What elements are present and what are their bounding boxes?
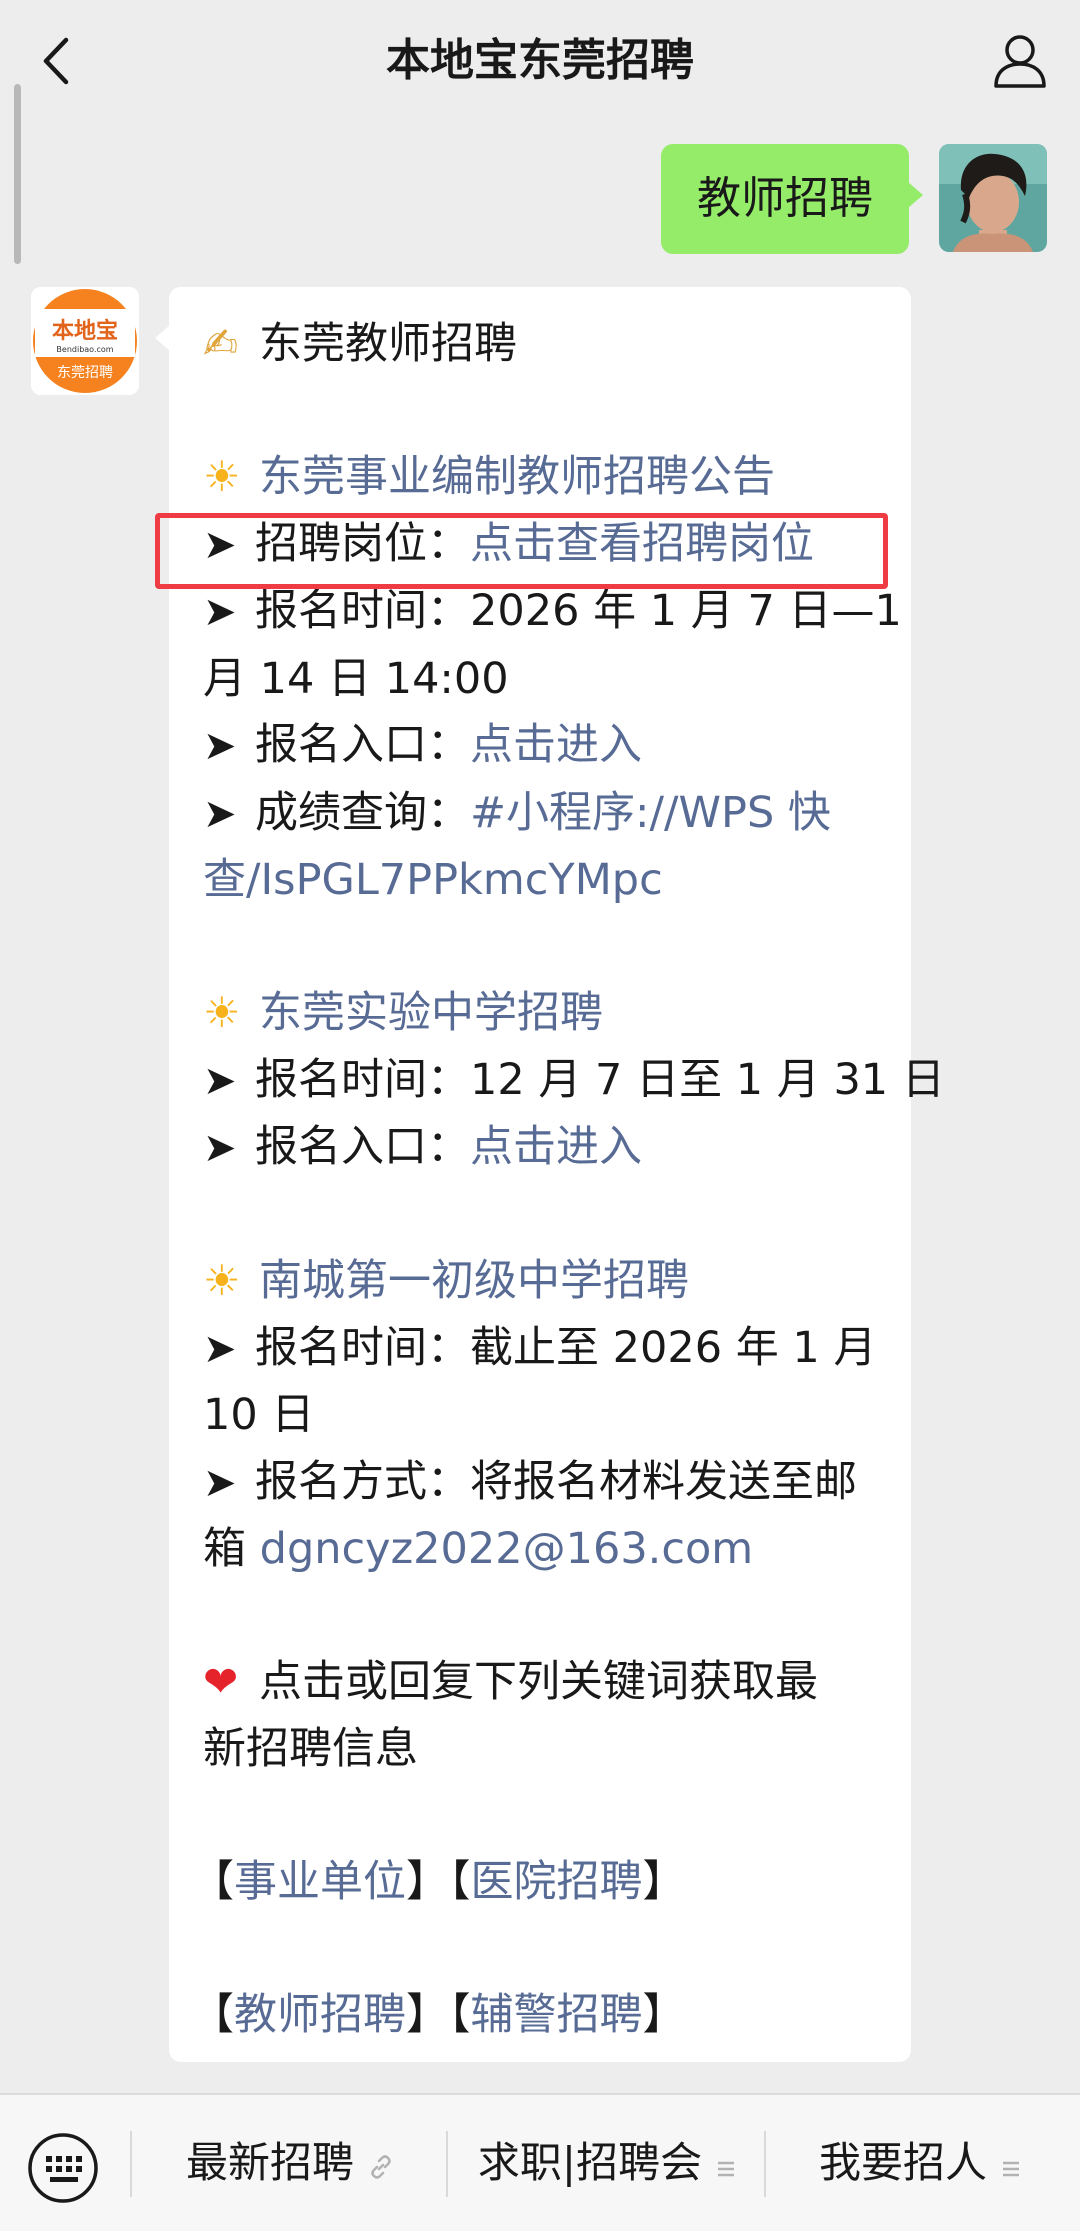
menu-hire[interactable]: 我要招人 (770, 2123, 1070, 2203)
bracket: 【 (449, 1989, 471, 2040)
keyword-auxiliary-police[interactable]: 辅警招聘 (471, 1990, 643, 2040)
menu-lines-icon (1001, 2126, 1021, 2206)
menu-divider (130, 2131, 132, 2197)
register-time-text: 报名时间：截止至 2026 年 1 月 (255, 1322, 877, 1373)
sun-icon: ☀ (203, 452, 241, 501)
message-title: 东莞教师招聘 (259, 319, 517, 369)
keyword-prompt-text: 点击或回复下列关键词获取最 (259, 1657, 818, 1707)
svg-text:东莞招聘: 东莞招聘 (57, 365, 113, 381)
profile-button[interactable] (988, 28, 1052, 92)
field-label: 报名入口： (255, 1122, 470, 1172)
keyword-public-institution[interactable]: 事业单位 (234, 1857, 406, 1907)
scrollbar[interactable] (14, 84, 21, 264)
arrow-icon: ➤ (203, 1057, 237, 1104)
svg-text:Bendibao.com: Bendibao.com (56, 345, 113, 354)
register-method-line: ➤ 报名方式：将报名材料发送至邮 (203, 1449, 893, 1517)
arrow-icon: ➤ (203, 1125, 237, 1171)
menu-divider (446, 2131, 448, 2197)
writing-hand-icon: ✍ (203, 319, 239, 368)
register-time-line-cont: 10 日 (203, 1390, 315, 1440)
section-title[interactable]: ☀ 东莞实验中学招聘 (203, 980, 893, 1047)
top-bar: 本地宝东莞招聘 (0, 0, 1080, 122)
mini-program-link-cont[interactable]: 查/IsPGL7PPkmcYMpc (203, 847, 893, 914)
mailbox-prefix: 箱 (203, 1524, 260, 1574)
message-title-line: ✍ 东莞教师招聘 (203, 311, 893, 378)
menu-latest-recruit[interactable]: 最新招聘 (140, 2123, 440, 2203)
bracket: 【 (191, 1989, 234, 2040)
keyword-hospital-recruit[interactable]: 医院招聘 (471, 1857, 643, 1907)
bracket: 】 (406, 1989, 449, 2040)
register-time-text: 报名时间：12 月 7 日至 1 月 31 日 (255, 1054, 945, 1105)
keyboard-toggle-button[interactable] (26, 2131, 100, 2205)
bracket: 【 (449, 1856, 471, 1907)
menu-lines-icon (716, 2126, 736, 2206)
heart-icon: ❤ (203, 1657, 239, 1706)
bracket: 】 (406, 1856, 449, 1907)
arrow-icon: ➤ (203, 723, 237, 769)
message-content: ✍ 东莞教师招聘 ☀ 东莞事业编制教师招聘公告 ➤ 招聘岗位：点击查看招聘岗位 ➤ 报名… (155, 311, 945, 2048)
register-time-line: ➤ 报名时间：12 月 7 日至 1 月 31 日 (203, 1047, 945, 1115)
highlight-box (155, 513, 888, 589)
email-link[interactable]: dgncyz2022@163.com (260, 1524, 754, 1574)
user-avatar[interactable] (939, 144, 1047, 252)
score-query-line: ➤ 成绩查询：#小程序://WPS 快 (203, 780, 893, 848)
bot-avatar[interactable]: 本地宝 Bendibao.com 东莞招聘 (31, 287, 139, 395)
keyword-prompt-line: ❤ 点击或回复下列关键词获取最 (203, 1649, 893, 1716)
svg-text:本地宝: 本地宝 (52, 318, 118, 344)
keyword-teacher-recruit[interactable]: 教师招聘 (234, 1990, 406, 2040)
field-label: 成绩查询： (255, 787, 470, 838)
enter-link[interactable]: 点击进入 (470, 720, 642, 770)
register-entry-line: ➤ 报名入口：点击进入 (203, 1114, 893, 1182)
keyword-row: 【教师招聘】【辅警招聘】 (191, 1982, 893, 2049)
register-time-text: 报名时间：2026 年 1 月 7 日—1 (255, 586, 902, 636)
section-title[interactable]: ☀ 南城第一初级中学招聘 (203, 1248, 893, 1315)
keyboard-icon (28, 2133, 98, 2203)
register-time-line: ➤ 报名时间：截止至 2026 年 1 月 (203, 1315, 893, 1383)
register-entry-line: ➤ 报名入口：点击进入 (203, 712, 893, 780)
arrow-icon: ➤ (203, 790, 237, 837)
mini-program-link[interactable]: #小程序://WPS 快 (470, 788, 831, 838)
menu-divider (764, 2131, 766, 2197)
arrow-icon: ➤ (203, 1325, 237, 1372)
sun-icon: ☀ (203, 1256, 241, 1305)
register-method-text: 报名方式：将报名材料发送至邮 (255, 1456, 857, 1507)
keyword-prompt-line-cont: 新招聘信息 (203, 1723, 418, 1774)
user-avatar-image (939, 144, 1047, 252)
menu-item-label: 求职|招聘会 (477, 2138, 703, 2187)
bracket: 【 (191, 1856, 234, 1907)
section-link[interactable]: 南城第一初级中学招聘 (259, 1256, 689, 1306)
keyword-row: 【事业单位】【医院招聘】 (191, 1849, 893, 1916)
arrow-icon: ➤ (203, 1459, 237, 1506)
register-time-line-cont: 月 14 日 14:00 (203, 653, 509, 704)
menu-item-label: 最新招聘 (185, 2138, 354, 2187)
page-title: 本地宝东莞招聘 (386, 35, 694, 86)
field-label: 报名入口： (255, 720, 470, 770)
link-icon (368, 2126, 394, 2206)
section-link[interactable]: 东莞实验中学招聘 (259, 988, 603, 1038)
sun-icon: ☀ (203, 988, 241, 1037)
person-icon (994, 35, 1046, 88)
bracket: 】 (642, 1856, 686, 1907)
incoming-message-bubble: ✍ 东莞教师招聘 ☀ 东莞事业编制教师招聘公告 ➤ 招聘岗位：点击查看招聘岗位 ➤ 报名… (155, 287, 945, 2062)
bracket: 】 (642, 1989, 686, 2040)
bendibao-logo: 本地宝 Bendibao.com 东莞招聘 (31, 287, 139, 395)
bottom-menu-bar: 最新招聘 求职|招聘会 我要招人 (0, 2093, 1080, 2231)
section-title[interactable]: ☀ 东莞事业编制教师招聘公告 (203, 444, 893, 511)
enter-link[interactable]: 点击进入 (470, 1122, 642, 1172)
section-link[interactable]: 东莞事业编制教师招聘公告 (259, 452, 775, 502)
menu-item-label: 我要招人 (818, 2138, 987, 2187)
menu-job-fair[interactable]: 求职|招聘会 (452, 2123, 762, 2203)
outgoing-message-bubble[interactable]: 教师招聘 (661, 144, 923, 254)
register-method-line-cont: 箱 dgncyz2022@163.com (203, 1516, 893, 1583)
